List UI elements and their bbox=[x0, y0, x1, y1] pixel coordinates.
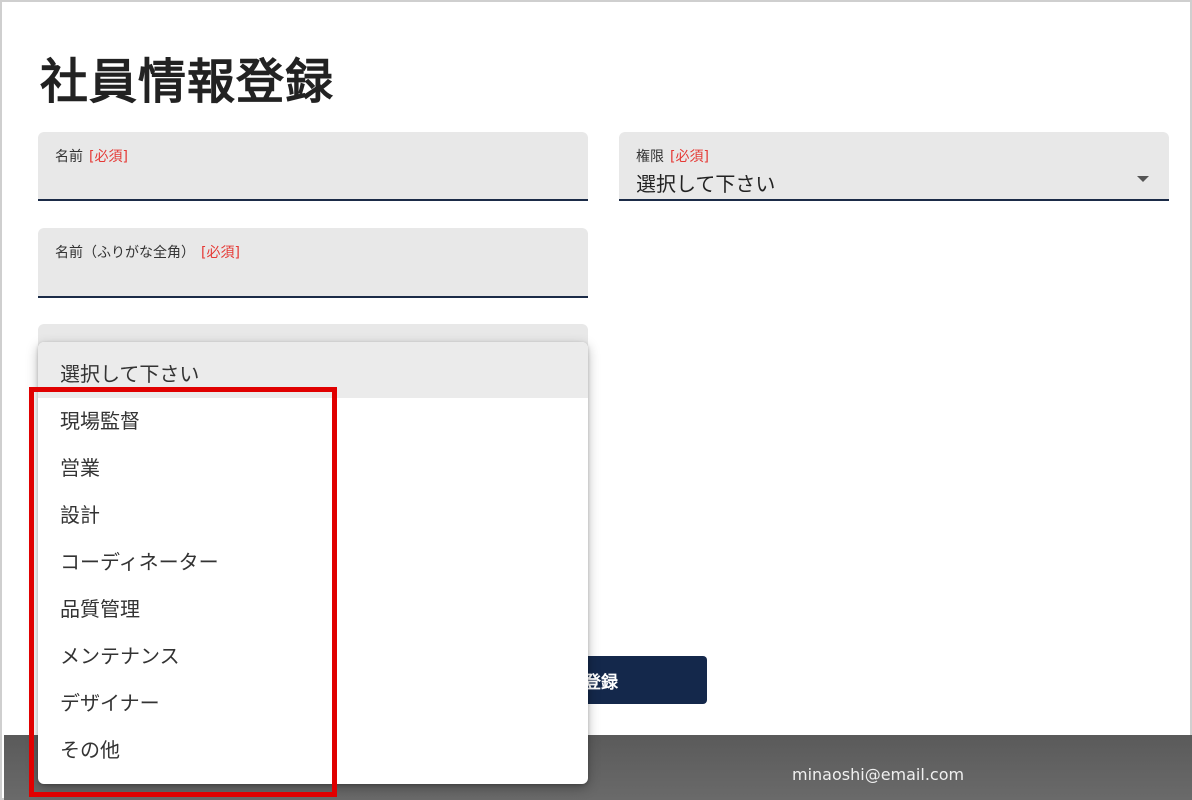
name-kana-field-label: 名前（ふりがな全角） [必須] bbox=[55, 242, 240, 262]
name-field-label: 名前 [必須] bbox=[55, 146, 128, 166]
required-mark: [必須] bbox=[201, 245, 240, 261]
app-window: 社員情報登録 名前 [必須] 権限 [必須] 選択して下さい 名前（ふりがな全角） [… bbox=[0, 0, 1192, 800]
role-field-label: 権限 [必須] bbox=[636, 146, 709, 166]
required-mark: [必須] bbox=[670, 149, 709, 165]
footer-email: minaoshi@email.com bbox=[792, 765, 965, 784]
name-field[interactable]: 名前 [必須] bbox=[38, 132, 588, 201]
name-kana-label-text: 名前（ふりがな全角） bbox=[55, 245, 195, 261]
role-select-value: 選択して下さい bbox=[636, 172, 776, 196]
role-label-text: 権限 bbox=[636, 149, 664, 165]
name-kana-field[interactable]: 名前（ふりがな全角） [必須] bbox=[38, 228, 588, 298]
chevron-down-icon[interactable] bbox=[1137, 176, 1149, 182]
required-mark: [必須] bbox=[89, 149, 128, 165]
highlight-annotation-box bbox=[29, 387, 337, 797]
page-title: 社員情報登録 bbox=[40, 54, 335, 110]
name-label-text: 名前 bbox=[55, 149, 83, 165]
role-select[interactable]: 権限 [必須] 選択して下さい bbox=[619, 132, 1169, 201]
